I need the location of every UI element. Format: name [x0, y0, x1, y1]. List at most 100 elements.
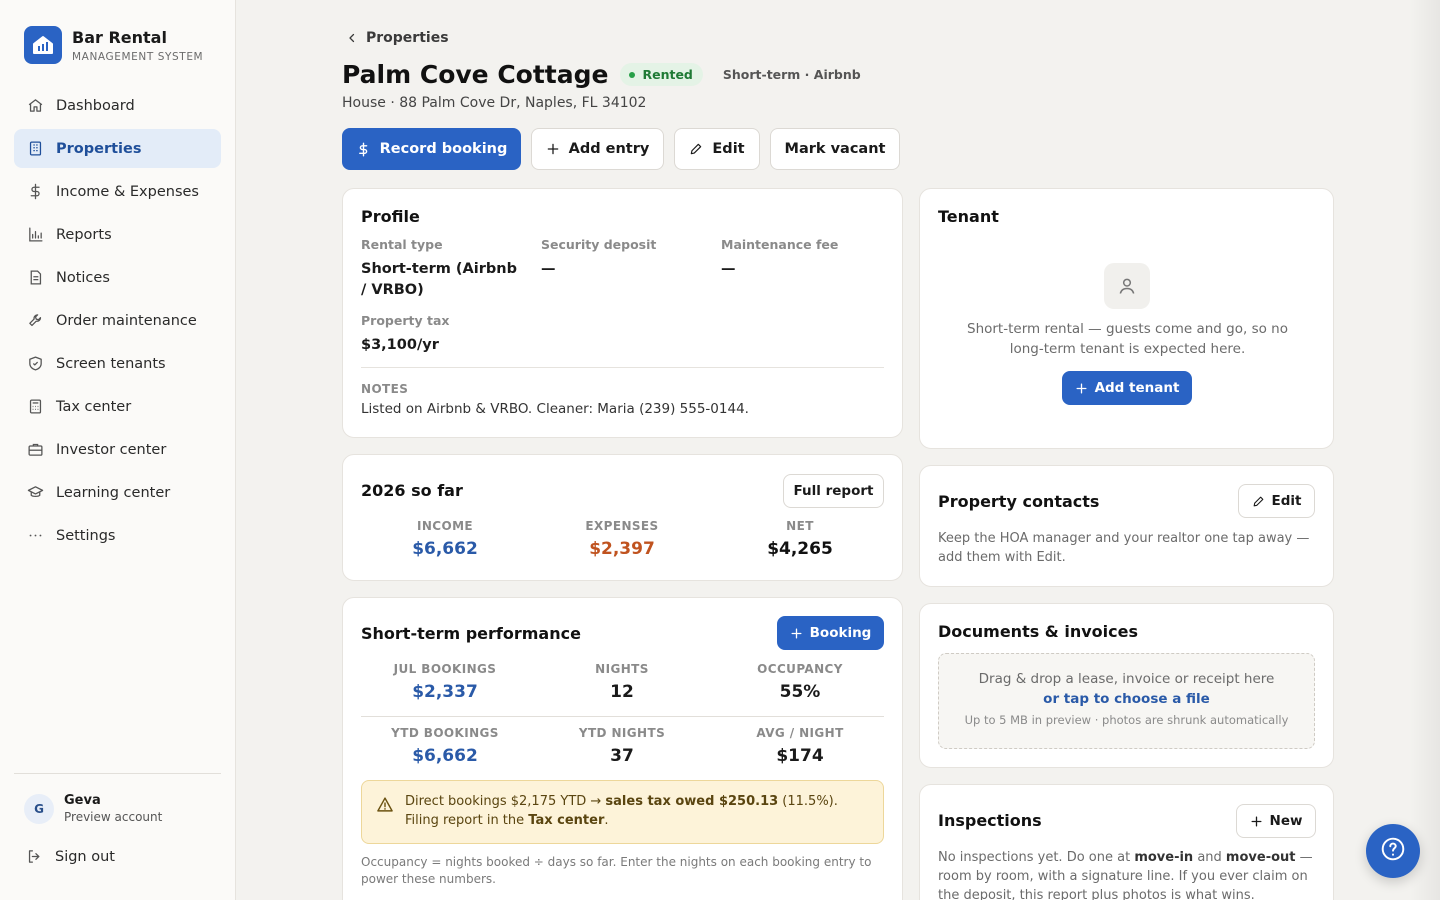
dropzone-text: Drag & drop a lease, invoice or receipt … [978, 671, 1275, 687]
property-tax-label: Property tax [361, 313, 450, 328]
brand-name: Bar Rental [72, 27, 167, 47]
alert-text-part: Filing report in the [405, 813, 529, 828]
rental-type-value: Short-term (Airbnb / VRBO) [361, 261, 517, 298]
sidebar-item-label: Order maintenance [56, 312, 197, 329]
building-icon [26, 140, 44, 158]
ytd-summary-card: 2026 so far Full report INCOME $6,662 EX… [342, 454, 903, 581]
expenses-label: EXPENSES [585, 519, 659, 533]
sidebar-item-investor-center[interactable]: Investor center [14, 430, 221, 469]
add-entry-button[interactable]: Add entry [531, 128, 664, 170]
short-term-performance-card: Short-term performance Booking JUL BOOKI… [342, 597, 903, 900]
page-title: Palm Cove Cottage [342, 60, 609, 89]
edit-contacts-button[interactable]: Edit [1238, 484, 1315, 518]
occupancy-footnote: Occupancy = nights booked ÷ days so far.… [361, 855, 872, 886]
alert-text-part: . [604, 813, 609, 828]
pencil-icon [1252, 495, 1265, 508]
sidebar: Bar Rental MANAGEMENT SYSTEM Dashboard P… [0, 0, 236, 900]
plus-icon [546, 142, 560, 156]
tax-center-link[interactable]: Tax center [528, 813, 604, 828]
record-booking-button[interactable]: Record booking [342, 128, 521, 170]
sidebar-item-order-maintenance[interactable]: Order maintenance [14, 301, 221, 340]
sidebar-item-label: Investor center [56, 441, 167, 458]
ytd-nights-stat: YTD NIGHTS 37 [542, 726, 702, 766]
edit-label: Edit [712, 141, 745, 157]
user-account[interactable]: G Geva Preview account [24, 793, 162, 824]
title-row: Palm Cove Cottage Rented Short-term · Ai… [342, 60, 861, 89]
expenses-stat: EXPENSES $2,397 [542, 519, 702, 559]
edit-button[interactable]: Edit [674, 128, 760, 170]
sidebar-item-settings[interactable]: Settings [14, 516, 221, 555]
ytd-nights-label: YTD NIGHTS [578, 726, 666, 740]
sign-out-button[interactable]: Sign out [26, 848, 115, 865]
contacts-title: Property contacts [938, 492, 1100, 511]
avg-night-value: $174 [776, 746, 824, 766]
avg-night-label: AVG / NIGHT [756, 726, 844, 740]
sidebar-item-income-expenses[interactable]: Income & Expenses [14, 172, 221, 211]
income-label: INCOME [416, 519, 474, 533]
add-booking-button[interactable]: Booking [777, 616, 884, 650]
sidebar-item-tax-center[interactable]: Tax center [14, 387, 221, 426]
avatar: G [24, 793, 54, 824]
nights-value: 12 [610, 682, 634, 702]
sidebar-item-dashboard[interactable]: Dashboard [14, 86, 221, 125]
documents-title: Documents & invoices [938, 622, 1138, 641]
edit-contacts-label: Edit [1271, 493, 1302, 509]
net-label: NET [786, 519, 814, 533]
more-horizontal-icon [26, 527, 44, 545]
rental-type-field: Rental type Short-term (Airbnb / VRBO) [361, 237, 526, 301]
breadcrumb[interactable]: Properties [346, 30, 449, 46]
inspections-text-part: No inspections yet. Do one at [938, 850, 1135, 865]
security-deposit-field: Security deposit — [541, 237, 706, 280]
net-value: $4,265 [767, 539, 833, 559]
maintenance-fee-value: — [721, 261, 736, 277]
ytd-bookings-stat: YTD BOOKINGS $6,662 [365, 726, 525, 766]
chevron-left-icon [349, 33, 355, 43]
mark-vacant-label: Mark vacant [784, 141, 886, 157]
profile-card: Profile Rental type Short-term (Airbnb /… [342, 188, 903, 438]
jul-bookings-value: $2,337 [412, 682, 478, 702]
security-deposit-label: Security deposit [541, 237, 657, 252]
file-dropzone[interactable]: Drag & drop a lease, invoice or receipt … [938, 653, 1315, 749]
maintenance-fee-field: Maintenance fee — [721, 237, 886, 280]
graduation-cap-icon [26, 484, 44, 502]
occupancy-stat: OCCUPANCY 55% [720, 662, 880, 702]
jul-bookings-stat: JUL BOOKINGS $2,337 [365, 662, 525, 702]
sidebar-divider [14, 773, 221, 774]
action-bar: Record booking Add entry Edit Mark vacan… [342, 128, 910, 170]
bar-chart-icon [26, 226, 44, 244]
property-address: House · 88 Palm Cove Dr, Naples, FL 3410… [342, 95, 647, 111]
dollar-icon [356, 142, 371, 157]
add-tenant-button[interactable]: Add tenant [1062, 371, 1192, 405]
sidebar-item-learning-center[interactable]: Learning center [14, 473, 221, 512]
help-button[interactable] [1366, 824, 1420, 878]
help-icon [1380, 836, 1406, 866]
sidebar-item-properties[interactable]: Properties [14, 129, 221, 168]
sidebar-item-screen-tenants[interactable]: Screen tenants [14, 344, 221, 383]
tenant-card: Tenant Short-term rental — guests come a… [919, 188, 1334, 449]
profile-title: Profile [361, 207, 420, 226]
choose-file-link[interactable]: or tap to choose a file [939, 691, 1314, 707]
brand-subtitle: MANAGEMENT SYSTEM [72, 50, 204, 63]
inspections-title: Inspections [938, 811, 1042, 830]
net-stat: NET $4,265 [720, 519, 880, 559]
new-inspection-button[interactable]: New [1236, 804, 1316, 838]
sidebar-item-label: Tax center [56, 398, 132, 415]
alert-sales-tax-owed: sales tax owed $250.13 [605, 794, 779, 809]
income-stat: INCOME $6,662 [365, 519, 525, 559]
expenses-value: $2,397 [589, 539, 655, 559]
sign-out-label: Sign out [55, 848, 115, 865]
sidebar-item-reports[interactable]: Reports [14, 215, 221, 254]
add-entry-label: Add entry [568, 141, 650, 157]
new-inspection-label: New [1269, 813, 1303, 829]
full-report-button[interactable]: Full report [783, 474, 884, 508]
security-deposit-value: — [541, 261, 556, 277]
tenant-title: Tenant [938, 207, 999, 226]
ytd-bookings-label: YTD BOOKINGS [391, 726, 499, 740]
breadcrumb-label: Properties [366, 30, 449, 46]
user-subtitle: Preview account [64, 810, 163, 824]
mark-vacant-button[interactable]: Mark vacant [770, 128, 900, 170]
wrench-icon [26, 312, 44, 330]
sidebar-item-notices[interactable]: Notices [14, 258, 221, 297]
documents-card: Documents & invoices Drag & drop a lease… [919, 603, 1334, 768]
shield-icon [26, 355, 44, 373]
